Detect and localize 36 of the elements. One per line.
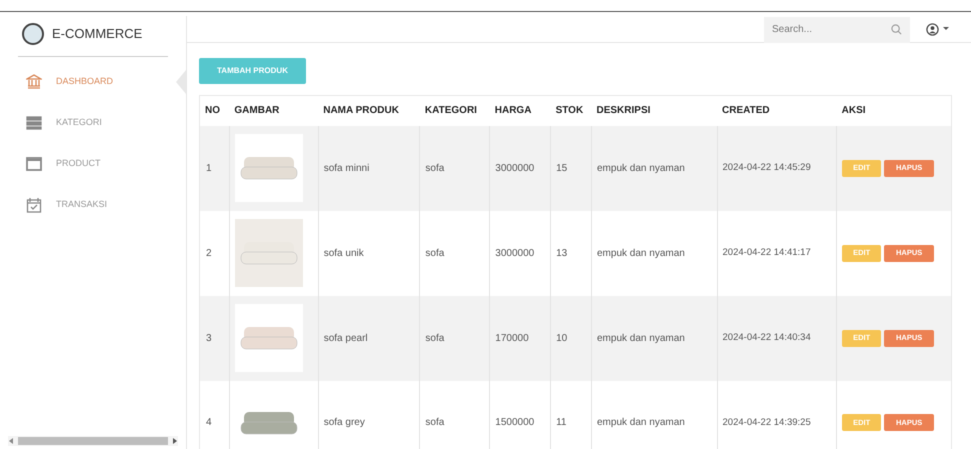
scrollbar-thumb[interactable] [18, 437, 168, 445]
column-header: NO [200, 96, 230, 126]
horizontal-scrollbar[interactable] [8, 436, 178, 446]
column-header: GAMBAR [229, 96, 318, 126]
table-cell: sofa [420, 380, 490, 449]
bank-icon [26, 74, 42, 90]
column-header: NAMA PRODUK [318, 96, 420, 126]
table-cell: 11 [550, 380, 592, 449]
sidebar-item[interactable]: DASHBOARD [0, 69, 186, 95]
sidebar-item[interactable]: KATEGORI [0, 110, 186, 136]
window-icon [26, 156, 42, 172]
table-cell: empuk dan nyaman [592, 380, 718, 449]
table-cell: 1500000 [490, 380, 551, 449]
column-header: DESKRIPSI [592, 96, 718, 126]
column-header: KATEGORI [420, 96, 490, 126]
column-header: STOK [550, 96, 592, 126]
brand-title: E-COMMERCE [52, 25, 142, 44]
scroll-right-icon[interactable] [172, 438, 178, 444]
list-icon [26, 115, 42, 131]
sidebar-item[interactable]: TRANSAKSI [0, 192, 186, 218]
sofa-photo-placeholder [234, 304, 303, 372]
sofa-photo-placeholder [234, 219, 303, 287]
column-header: HARGA [490, 96, 551, 126]
add-product-button[interactable]: TAMBAH PRODUK [199, 58, 306, 84]
scroll-left-icon[interactable] [8, 438, 14, 444]
column-header: CREATED [717, 96, 837, 126]
calendar-check-icon [26, 197, 42, 213]
sidebar-item[interactable]: PRODUCT [0, 151, 186, 177]
avatar-icon [22, 23, 44, 45]
column-header: AKSI [836, 96, 952, 126]
user-menu-icon[interactable] [926, 22, 949, 36]
search-field[interactable]: Search... [764, 16, 910, 42]
table-cell: sofa grey [318, 380, 420, 449]
table-cell: 4 [200, 380, 230, 449]
search-icon [891, 24, 902, 35]
sofa-photo-placeholder [234, 134, 303, 202]
